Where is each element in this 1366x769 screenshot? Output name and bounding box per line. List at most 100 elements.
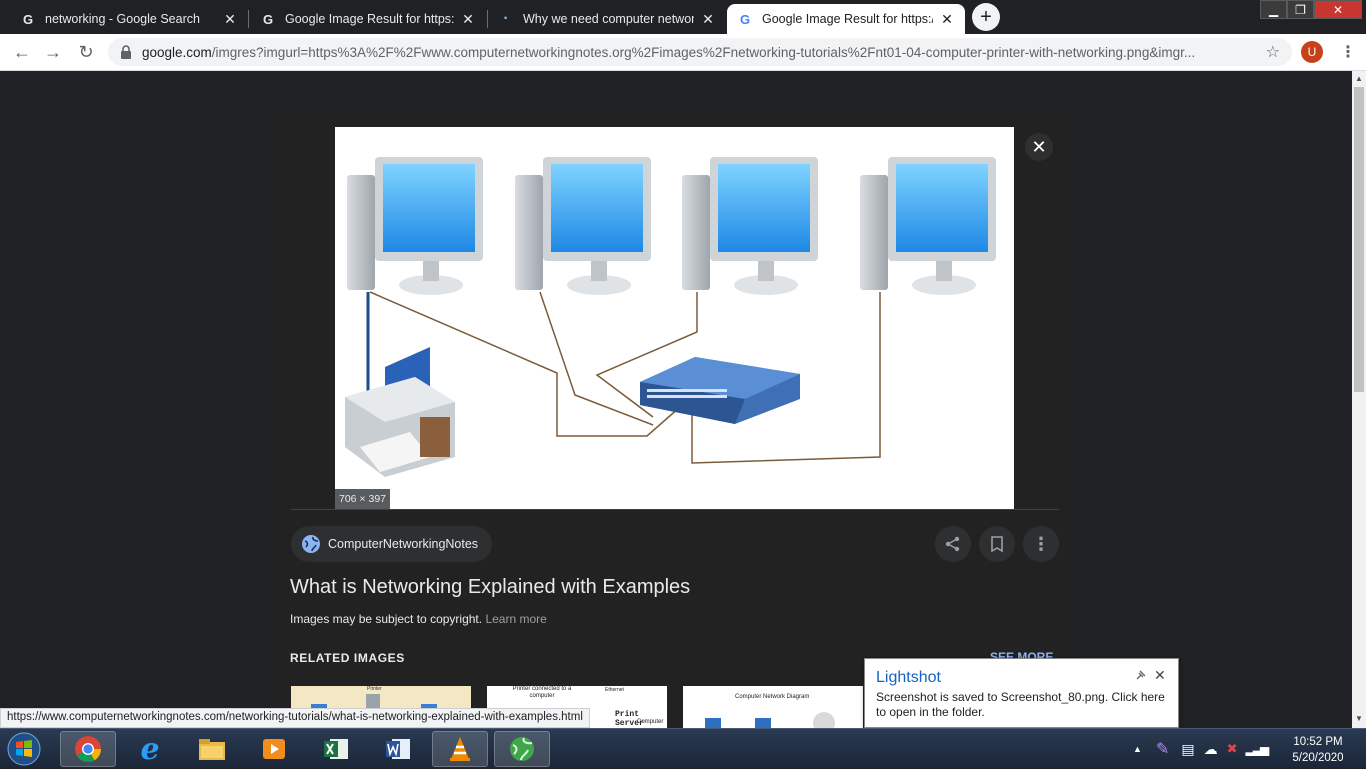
system-clock[interactable]: 10:52 PM 5/20/2020 [1278,734,1358,766]
lightshot-notification[interactable]: Lightshot ✕ Screenshot is saved to Scree… [864,658,1179,728]
windows-taskbar: e ▲ ✎ ▤ ☁ ✖ ▂▃▅ 10:52 PM 5/20/2020 [0,728,1366,768]
taskbar-globe-app[interactable] [494,731,550,767]
excel-icon [324,739,348,759]
tab-separator [248,10,249,28]
scroll-down-icon[interactable]: ▼ [1355,714,1363,723]
media-player-icon [263,739,285,759]
scroll-up-icon[interactable]: ▲ [1355,74,1363,83]
browser-menu-icon[interactable]: ⋮ [1340,42,1356,62]
start-button[interactable] [4,730,44,768]
google-g-icon: G [739,11,751,27]
tab-title: Google Image Result for https://w [285,12,454,26]
lightshot-close-button[interactable]: ✕ [1154,667,1166,684]
signal-strength-icon[interactable]: ▂▃▅ [1245,742,1269,756]
tab-image-result-active[interactable]: G Google Image Result for https://w ✕ [727,4,965,34]
save-button[interactable] [979,526,1015,562]
taskbar-chrome[interactable] [60,731,116,767]
tab-image-result-1[interactable]: G Google Image Result for https://w ✕ [250,4,486,34]
more-options-button[interactable]: ⋮ [1023,526,1059,562]
computer-1 [347,157,483,295]
vlc-icon [450,737,470,761]
bookmark-icon [991,536,1003,552]
address-bar[interactable]: google.com/imgres?imgurl=https%3A%2F%2Fw… [108,38,1292,66]
source-chip[interactable]: ComputerNetworkingNotes [291,526,493,562]
reload-button[interactable]: ↻ [74,40,98,64]
more-vert-icon: ⋮ [1032,533,1050,554]
image-title[interactable]: What is Networking Explained with Exampl… [290,576,690,599]
page-content: 706 × 397 ✕ ComputerNetworkingNotes ⋮ Wh… [0,71,1352,728]
copyright-notice: Images may be subject to copyright. Lear… [290,612,547,626]
page-scrollbar[interactable]: ▲ ▼ [1352,71,1366,728]
lightshot-title: Lightshot [876,669,941,686]
taskbar-ie[interactable]: e [122,731,178,767]
related-thumb-3[interactable]: Computer Network Diagram [683,686,863,728]
browser-globe-icon [510,737,534,761]
share-button[interactable] [935,526,971,562]
image-dimensions-badge: 706 × 397 [335,489,391,509]
minimize-button[interactable]: ▁ [1260,0,1287,19]
browser-toolbar: ← → ↻ google.com/imgres?imgurl=https%3A%… [0,34,1366,71]
divider [291,509,1059,510]
bookmark-star-icon[interactable]: ☆ [1266,42,1280,62]
close-viewer-button[interactable]: ✕ [1025,133,1053,161]
thumb-computer-label: Computer [637,719,664,725]
copyright-text: Images may be subject to copyright. [290,612,483,626]
url-text: google.com/imgres?imgurl=https%3A%2F%2Fw… [142,45,1252,60]
tab-title: Why we need computer network [523,12,694,26]
thumb-ethernet-label: Ethernet [605,687,624,693]
lock-icon [120,45,132,59]
tab-title: Google Image Result for https://w [762,12,933,26]
show-hidden-icons-icon[interactable]: ▲ [1133,744,1142,754]
system-tray: ▲ ✎ ▤ ☁ ✖ ▂▃▅ [1133,729,1269,769]
profile-avatar[interactable]: U [1301,41,1323,63]
chrome-icon [75,736,101,762]
back-button[interactable]: ← [10,40,34,64]
thumb-caption: Computer Network Diagram [735,694,810,700]
lightshot-tray-icon[interactable]: ✎ [1156,739,1169,759]
clock-time: 10:52 PM [1293,736,1343,748]
image-viewer-panel: 706 × 397 ✕ ComputerNetworkingNotes ⋮ Wh… [275,111,1075,728]
close-tab-icon[interactable]: ✕ [700,11,716,27]
windows-logo-icon [7,732,41,766]
pin-icon[interactable] [1135,669,1147,684]
related-images-heading: RELATED IMAGES [290,651,405,665]
network-error-icon[interactable]: ✖ [1227,741,1238,757]
close-window-button[interactable]: ✕ [1314,0,1362,19]
new-tab-button[interactable]: + [972,3,1000,31]
network-switch [640,357,800,424]
computer-4 [860,157,996,295]
computer-3 [682,157,818,295]
tab-strip: G networking - Google Search ✕ G Google … [0,0,1366,34]
url-host: google.com [142,44,212,60]
taskbar-excel[interactable] [308,731,364,767]
preview-image[interactable] [335,127,1014,509]
taskbar-explorer[interactable] [184,731,240,767]
close-tab-icon[interactable]: ✕ [460,11,476,27]
taskbar-vlc[interactable] [432,731,488,767]
loading-spinner-icon: · [503,10,509,27]
file-explorer-icon [199,739,225,760]
internet-explorer-icon: e [140,731,160,767]
scrollbar-thumb[interactable] [1354,87,1364,392]
computer-2 [515,157,651,295]
close-tab-icon[interactable]: ✕ [939,11,955,27]
forward-button[interactable]: → [41,40,65,64]
close-tab-icon[interactable]: ✕ [222,11,238,27]
learn-more-link[interactable]: Learn more [485,612,546,626]
google-g-icon: G [262,11,274,27]
status-url-bubble: https://www.computernetworkingnotes.com/… [0,708,590,728]
taskbar-word[interactable] [370,731,426,767]
taskbar-media[interactable] [246,731,302,767]
url-path: /imgres?imgurl=https%3A%2F%2Fwww.compute… [211,44,1196,60]
clipboard-tray-icon[interactable]: ▤ [1181,741,1194,758]
onedrive-icon[interactable]: ☁ [1204,741,1218,758]
restore-button[interactable]: ❐ [1287,0,1314,19]
tab-title: networking - Google Search [45,12,200,26]
network-diagram-image [345,157,996,477]
source-name: ComputerNetworkingNotes [328,537,479,551]
lightshot-message[interactable]: Screenshot is saved to Screenshot_80.png… [876,690,1176,720]
tab-networking-search[interactable]: G networking - Google Search ✕ [10,4,248,34]
tab-why-network[interactable]: · Why we need computer network ✕ [488,4,726,34]
google-g-icon: G [22,11,34,27]
word-icon [386,739,410,759]
